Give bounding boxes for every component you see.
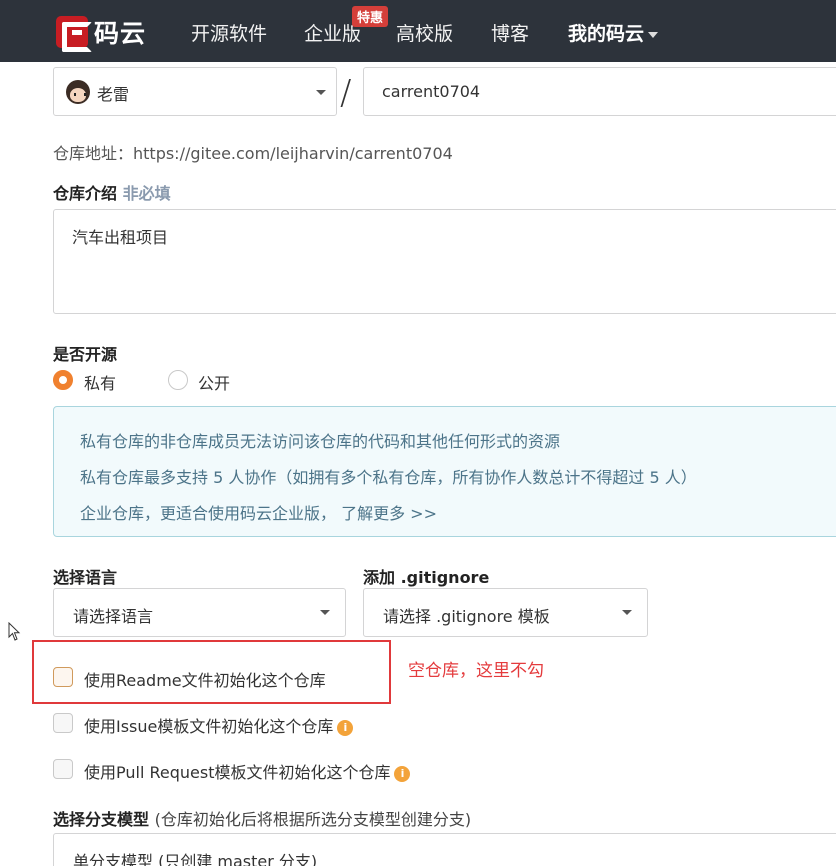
issue-template-checkbox[interactable] [53,713,73,733]
nav-my-gitee-label: 我的码云 [568,23,645,45]
pr-template-text: 使用Pull Request模板文件初始化这个仓库 [84,763,391,782]
chevron-down-icon [648,31,659,38]
chevron-down-icon [320,610,330,615]
logo[interactable]: 码云 [56,16,147,52]
issue-template-text: 使用Issue模板文件初始化这个仓库 [84,717,334,736]
nav-university[interactable]: 高校版 [396,19,453,46]
pr-template-checkbox[interactable] [53,759,73,779]
mouse-cursor-icon [8,622,21,641]
readme-label: 使用Readme文件初始化这个仓库 [84,671,326,690]
nav-blog[interactable]: 博客 [491,19,529,46]
language-select-value: 请选择语言 [73,607,154,626]
branch-model-select[interactable]: 单分支模型 (只创建 master 分支) [53,833,836,866]
branch-title-text: 选择分支模型 [53,810,150,829]
avatar [66,80,90,104]
open-source-title: 是否开源 [53,345,118,364]
gitignore-title: 添加 .gitignore [363,568,490,587]
info-line: 私有仓库最多支持 5 人协作（如拥有多个私有仓库，所有协作人数总计不得超过 5 … [80,468,697,487]
repo-name-input[interactable] [363,67,836,116]
chevron-down-icon [622,610,632,615]
private-radio[interactable] [53,370,73,390]
branch-title: 选择分支模型 (仓库初始化后将根据所选分支模型创建分支) [53,806,471,830]
owner-label: 老雷 [97,85,130,104]
path-separator: / [340,73,352,113]
desc-title: 仓库介绍 非必填 [53,180,171,204]
gitignore-select-value: 请选择 .gitignore 模板 [383,607,550,626]
desc-title-text: 仓库介绍 [53,184,118,203]
lang-title: 选择语言 [53,568,118,587]
top-nav-bar: 码云 开源软件 企业版 特惠 高校版 博客 我的码云 [0,0,836,62]
repo-url: 仓库地址：https://gitee.com/leijharvin/carren… [53,144,453,163]
chevron-down-icon [316,90,326,95]
public-radio[interactable] [168,370,188,390]
annotation-note: 空仓库，这里不勾 [408,661,544,681]
nav-my-gitee[interactable]: 我的码云 [568,19,659,46]
branch-hint: (仓库初始化后将根据所选分支模型创建分支) [154,810,472,829]
issue-template-label: 使用Issue模板文件初始化这个仓库 i [84,713,354,737]
gitee-logo-icon [56,16,92,52]
language-select[interactable]: 请选择语言 [53,588,346,637]
learn-more-link[interactable]: 企业仓库，更适合使用码云企业版， 了解更多 >> [80,500,437,524]
branch-model-value: 单分支模型 (只创建 master 分支) [73,852,318,866]
owner-select[interactable]: 老雷 [53,67,337,116]
info-icon[interactable]: i [394,765,411,782]
private-info-box: 私有仓库的非仓库成员无法访问该仓库的代码和其他任何形式的资源 私有仓库最多支持 … [53,406,836,537]
pr-template-label: 使用Pull Request模板文件初始化这个仓库 i [84,759,411,783]
private-label: 私有 [84,374,117,393]
info-line: 私有仓库的非仓库成员无法访问该仓库的代码和其他任何形式的资源 [80,432,561,451]
optional-tag: 非必填 [122,184,171,203]
info-icon[interactable]: i [337,719,354,736]
gitignore-select[interactable]: 请选择 .gitignore 模板 [363,588,648,637]
promo-badge: 特惠 [352,6,389,27]
readme-checkbox[interactable] [53,667,73,687]
nav-open-source[interactable]: 开源软件 [191,19,267,46]
public-label: 公开 [198,374,231,393]
logo-text: 码云 [94,19,147,48]
desc-textarea[interactable]: 汽车出租项目 [53,209,836,314]
